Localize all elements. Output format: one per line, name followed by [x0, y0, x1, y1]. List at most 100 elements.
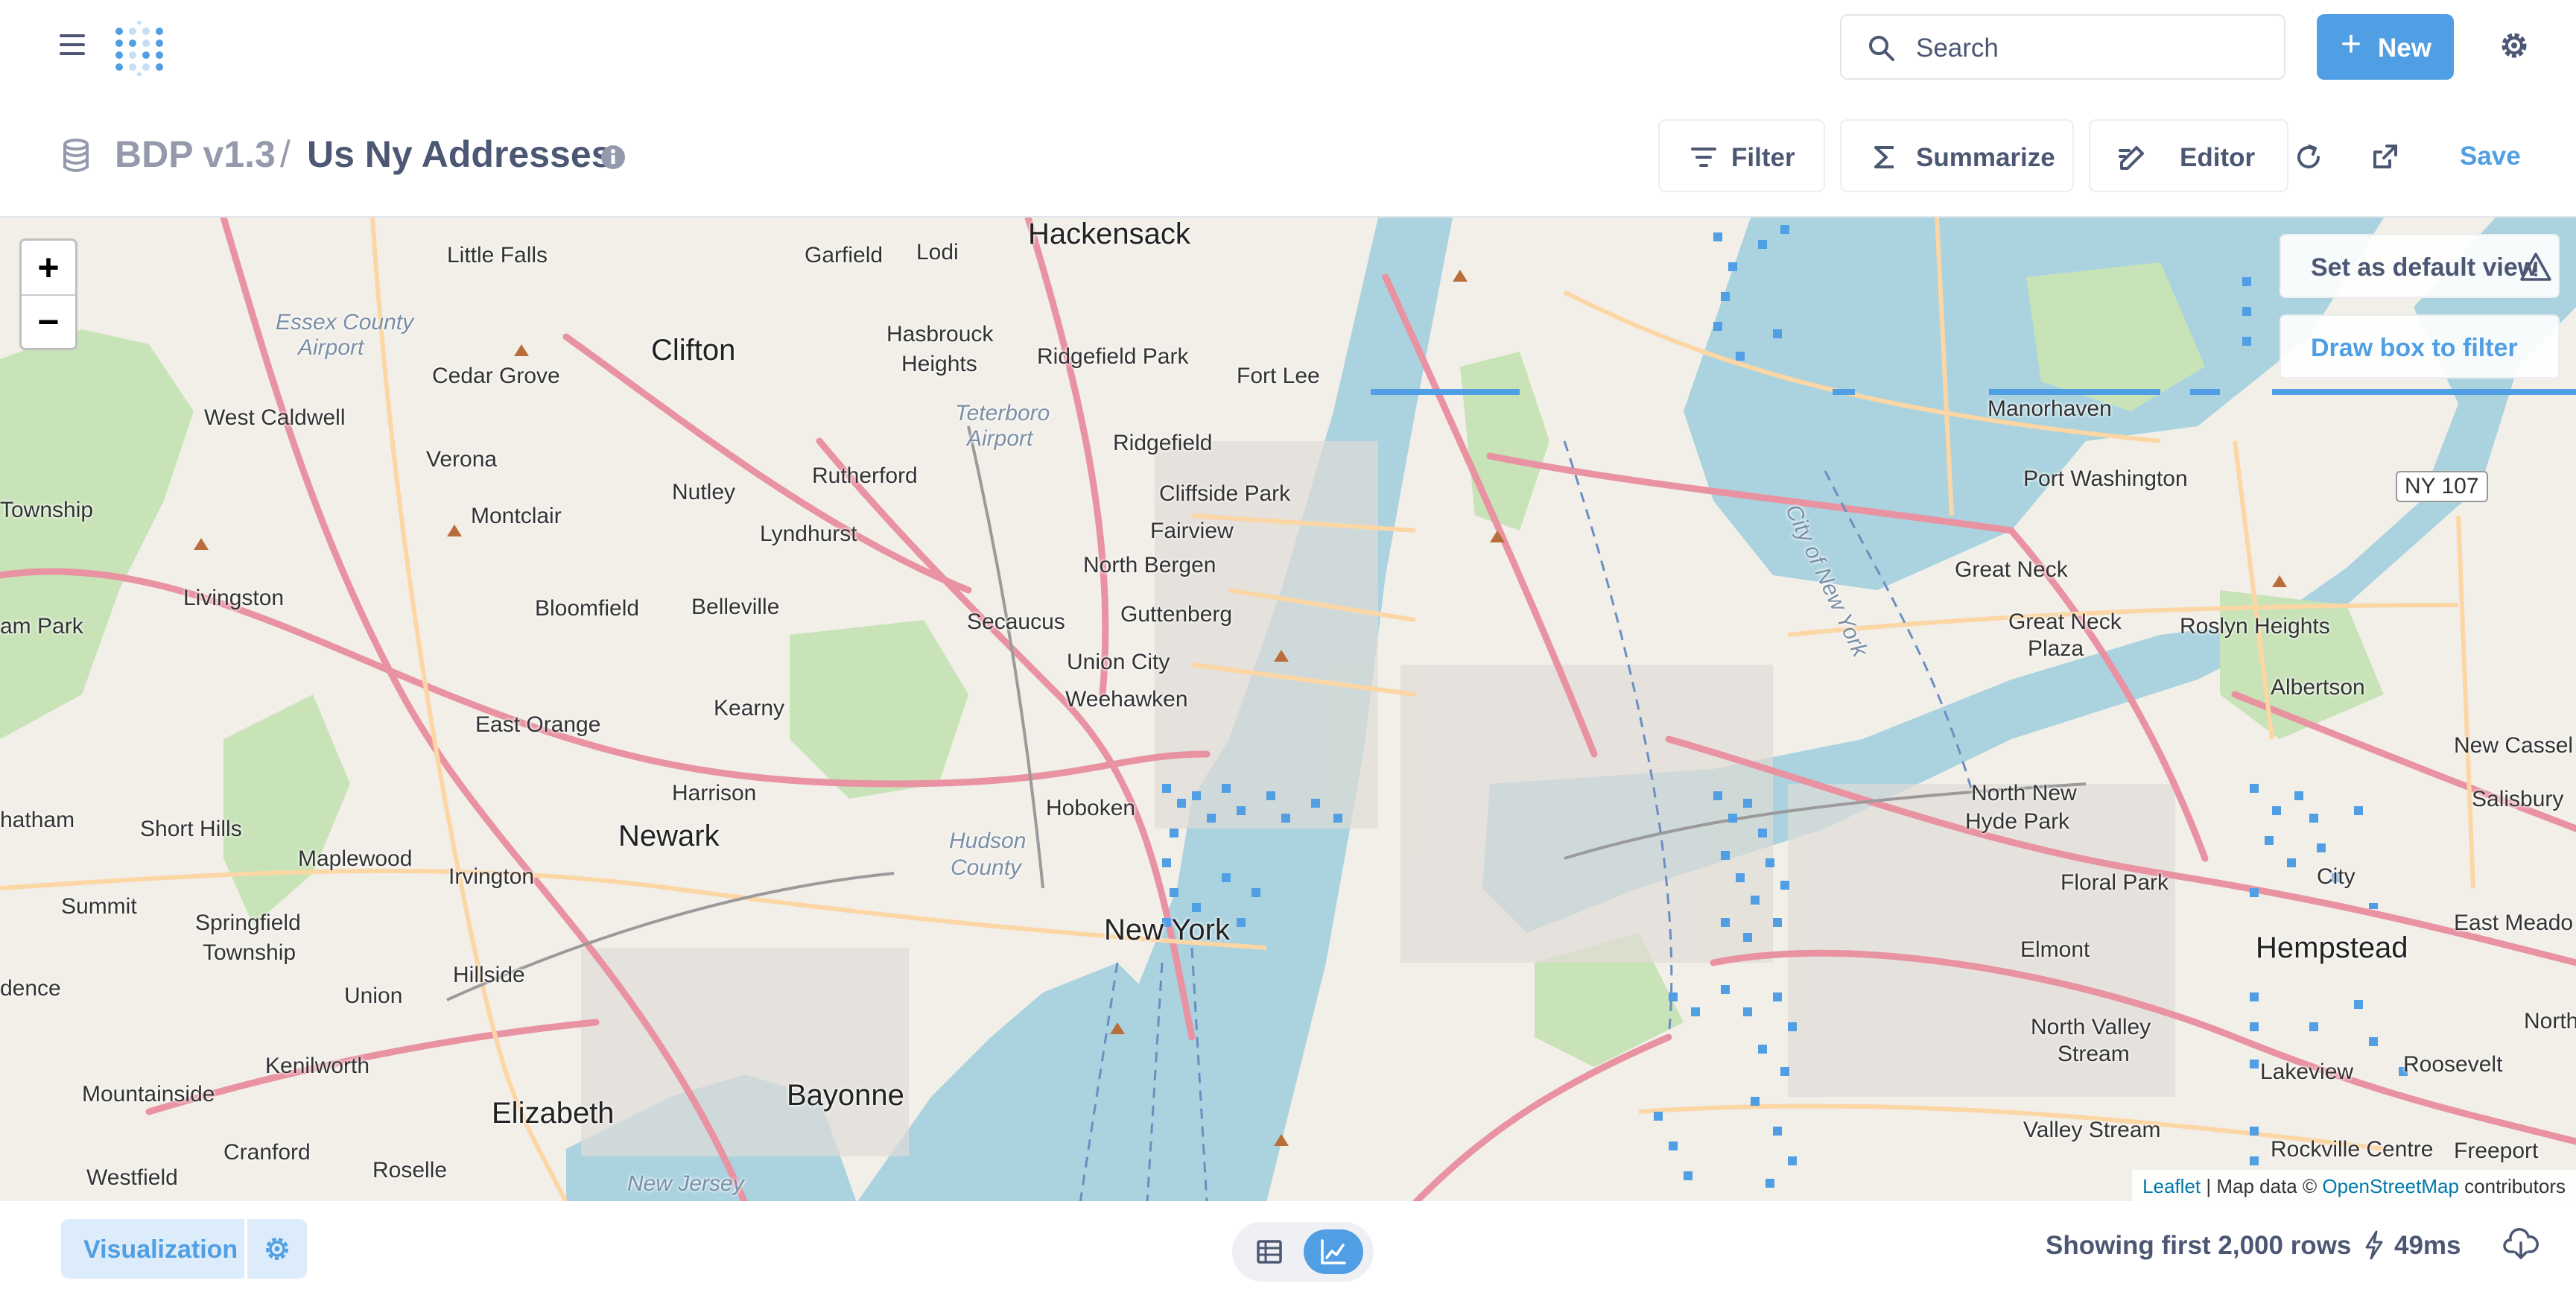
attribution-contributors: contributors	[2458, 1175, 2566, 1197]
visualization-button[interactable]: Visualization	[61, 1219, 244, 1279]
draw-box-filter-button[interactable]: Draw box to filter	[2280, 314, 2560, 379]
map-view[interactable]: Hackensack Little Falls Garfield Lodi Cl…	[0, 216, 2576, 1203]
map-label: Belleville	[691, 595, 780, 619]
map-label: New Jersey	[627, 1171, 744, 1196]
map-label: Lyndhurst	[760, 522, 857, 546]
map-label: Irvington	[448, 864, 535, 889]
metabase-logo-icon[interactable]	[112, 21, 167, 76]
zoom-control: + −	[19, 238, 77, 350]
map-label: Fairview	[1150, 519, 1234, 543]
zoom-out-button[interactable]: −	[22, 295, 75, 349]
map-label: Hudson	[949, 829, 1027, 853]
map-label: Port Washington	[2023, 466, 2188, 491]
map-label: Weehawken	[1065, 687, 1188, 712]
refresh-icon[interactable]	[2293, 142, 2324, 173]
display-toggle	[1232, 1222, 1374, 1282]
map-label: Great Neck	[1955, 557, 2068, 582]
map-label: Guttenberg	[1120, 602, 1233, 627]
map-label: Montclair	[471, 504, 562, 528]
filter-button[interactable]: Filter	[1658, 119, 1825, 192]
map-label: Cliffside Park	[1159, 481, 1291, 506]
map-label: Airport	[298, 335, 364, 360]
editor-button[interactable]: Editor	[2089, 119, 2288, 192]
search-placeholder: Search	[1916, 34, 1999, 63]
new-button-label: New	[2378, 34, 2431, 63]
search-input[interactable]: Search	[1840, 14, 2285, 80]
map-label: Newark	[618, 820, 720, 852]
notebook-edit-icon	[2119, 146, 2144, 170]
map-label: Harrison	[672, 781, 757, 805]
summarize-button[interactable]: Summarize	[1840, 119, 2074, 192]
map-label: Plaza	[2028, 636, 2084, 661]
map-label: Kenilworth	[265, 1054, 370, 1078]
gear-icon	[266, 1238, 288, 1260]
map-label: Roosevelt	[2403, 1052, 2503, 1077]
map-label: Hempstead	[2256, 931, 2408, 964]
map-label: County	[951, 855, 1022, 880]
map-label: Elmont	[2020, 937, 2090, 962]
map-label: North New	[1971, 781, 2077, 805]
map-label: Rutherford	[812, 463, 918, 488]
map-label: Teterboro	[955, 401, 1050, 425]
map-label: dence	[0, 976, 61, 1001]
map-label: New Cassel	[2454, 733, 2574, 758]
map-label: Springfield	[195, 911, 301, 935]
set-default-view-label: Set as default view	[2311, 253, 2538, 282]
database-icon	[63, 139, 89, 172]
map-label: NY 107	[2396, 471, 2488, 502]
breadcrumb-separator: /	[280, 133, 291, 175]
summarize-label: Summarize	[1916, 143, 2055, 172]
map-label: New York	[1104, 914, 1230, 946]
map-label: North Bergen	[1083, 553, 1216, 577]
map-label: Cranford	[223, 1140, 311, 1165]
zoom-in-button[interactable]: +	[22, 241, 75, 296]
map-label: Verona	[426, 447, 498, 472]
map-label: Valley Stream	[2023, 1118, 2161, 1142]
map-label: Essex County	[276, 310, 414, 335]
map-label: East Orange	[475, 712, 601, 737]
map-label: Bayonne	[787, 1079, 904, 1112]
info-icon[interactable]	[600, 145, 626, 170]
table-view-toggle[interactable]	[1247, 1231, 1293, 1273]
map-label: Stream	[2058, 1042, 2130, 1066]
map-label: Elizabeth	[492, 1097, 615, 1130]
map-label: Airport	[967, 426, 1033, 451]
visualization-settings-button[interactable]	[247, 1219, 307, 1279]
map-label: Great Neck	[2008, 609, 2122, 634]
query-timing: 49ms	[2394, 1231, 2461, 1260]
map-label: Nutley	[672, 480, 736, 504]
map-label: Mountainside	[82, 1082, 215, 1106]
map-label: Lakeview	[2260, 1060, 2354, 1084]
plus-icon: +	[2341, 25, 2362, 64]
page-title[interactable]: Us Ny Addresses	[307, 133, 612, 176]
map-label: Hackensack	[1028, 218, 1190, 250]
attribution-text: | Map data ©	[2201, 1175, 2323, 1197]
openstreetmap-link[interactable]: OpenStreetMap	[2322, 1175, 2459, 1197]
filter-label: Filter	[1731, 143, 1795, 172]
external-link-icon[interactable]	[2370, 142, 2400, 171]
download-icon[interactable]	[2503, 1228, 2539, 1261]
map-label: Garfield	[805, 243, 883, 267]
chart-view-toggle[interactable]	[1304, 1229, 1363, 1274]
map-label: East Meado	[2454, 911, 2574, 935]
set-default-view-button[interactable]: Set as default view	[2280, 234, 2560, 298]
editor-label: Editor	[2180, 143, 2256, 172]
menu-icon[interactable]	[60, 34, 85, 55]
map-label: Short Hills	[140, 817, 242, 841]
map-label: West Caldwell	[204, 405, 346, 430]
map-label: Ridgefield Park	[1037, 344, 1189, 369]
leaflet-link[interactable]: Leaflet	[2142, 1175, 2201, 1197]
map-label: North	[2524, 1009, 2576, 1033]
map-label: Township	[203, 940, 296, 965]
search-icon	[1869, 36, 1894, 61]
sigma-icon	[1874, 146, 1894, 168]
map-label: Salisbury	[2472, 787, 2564, 811]
breadcrumb-database[interactable]: BDP v1.3	[115, 133, 276, 176]
map-label: Maplewood	[298, 846, 413, 871]
map-label: Rockville Centre	[2271, 1137, 2434, 1162]
map-label: Little Falls	[447, 243, 548, 267]
question-header: BDP v1.3 / Us Ny Addresses Filter Summar…	[0, 112, 2576, 216]
gear-icon[interactable]	[2497, 28, 2531, 63]
save-button[interactable]: Save	[2460, 142, 2521, 171]
new-button[interactable]: + New	[2317, 14, 2454, 80]
